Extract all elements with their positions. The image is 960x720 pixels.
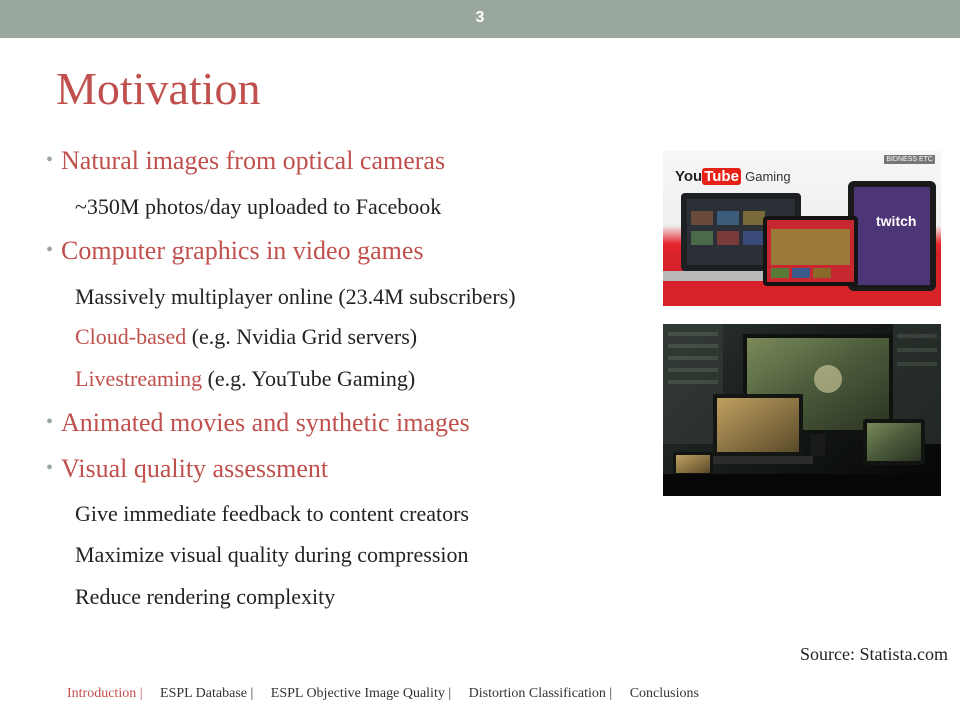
bullet-dot-icon: •	[46, 239, 54, 261]
bullet-dot-icon: •	[46, 411, 54, 433]
footer-item-distortion-classification[interactable]: Distortion Classification |	[469, 686, 613, 701]
nvidia-grid-image	[663, 324, 941, 496]
youtube-logo: You Tube Gaming	[675, 168, 791, 185]
bullet-text: Animated movies and synthetic images	[61, 408, 470, 437]
bullet-natural-images: • Natural images from optical cameras	[46, 146, 445, 178]
sub-maximize: Maximize visual quality during compressi…	[75, 542, 469, 567]
sub-cloud: Cloud-based (e.g. Nvidia Grid servers)	[75, 323, 417, 351]
sub-cloud-highlight: Cloud-based	[75, 324, 187, 349]
sub-reduce: Reduce rendering complexity	[75, 584, 336, 609]
sub-live-highlight: Livestreaming	[75, 366, 203, 391]
footer-item-introduction[interactable]: Introduction |	[67, 686, 143, 701]
slide-number: 3	[475, 9, 485, 26]
bullet-text: Natural images from optical cameras	[61, 146, 446, 175]
sub-cloud-rest: (e.g. Nvidia Grid servers)	[186, 324, 418, 349]
slide-title: Motivation	[56, 63, 261, 114]
bullet-dot-icon: •	[46, 457, 54, 479]
footer-nav: Introduction | ESPL Database | ESPL Obje…	[67, 686, 702, 702]
bullet-computer-graphics: • Computer graphics in video games	[46, 236, 424, 268]
sub-livestream: Livestreaming (e.g. YouTube Gaming)	[75, 365, 415, 393]
twitch-logo: twitch	[876, 213, 917, 229]
youtube-gaming-image: You Tube Gaming twitch BIDNESS ETC	[663, 151, 941, 306]
bullet-text: Visual quality assessment	[61, 454, 329, 483]
bullet-text: Computer graphics in video games	[61, 236, 424, 265]
sub-photos: ~350M photos/day uploaded to Facebook	[75, 194, 442, 219]
bullet-dot-icon: •	[46, 149, 54, 171]
sub-feedback: Give immediate feedback to content creat…	[75, 501, 469, 526]
nvidia-grid-illustration	[663, 324, 941, 496]
footer-item-conclusions[interactable]: Conclusions	[630, 686, 699, 701]
bullet-visual-quality: • Visual quality assessment	[46, 454, 328, 486]
bullet-animated-movies: • Animated movies and synthetic images	[46, 408, 470, 440]
footer-item-espl-database[interactable]: ESPL Database |	[160, 686, 253, 701]
sub-live-rest: (e.g. YouTube Gaming)	[202, 366, 416, 391]
sub-mmo: Massively multiplayer online (23.4M subs…	[75, 284, 516, 309]
bidness-badge: BIDNESS ETC	[884, 155, 935, 164]
source-caption: Source: Statista.com	[800, 644, 948, 664]
footer-item-espl-objective-image-quality[interactable]: ESPL Objective Image Quality |	[271, 686, 451, 701]
